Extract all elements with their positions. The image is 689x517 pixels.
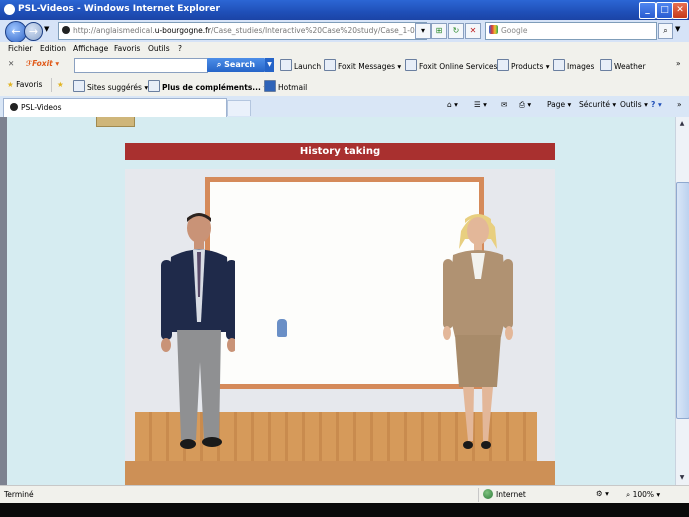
star-icon: ★ <box>7 80 14 89</box>
address-dropdown-button[interactable]: ▾ <box>415 23 431 39</box>
maximize-button[interactable]: □ <box>656 2 673 19</box>
foxit-online-services-button[interactable]: Foxit Online Services <box>405 59 497 71</box>
divider <box>478 488 479 502</box>
page-menu[interactable]: Page ▾ <box>547 100 571 109</box>
menu-fichier[interactable]: Fichier <box>8 44 33 53</box>
internet-zone-icon <box>483 489 493 499</box>
tab-row: PSL-Videos ⌂ ▾ ☰ ▾ ✉ ⎙ ▾ Page ▾ Sécurité… <box>0 96 689 118</box>
feeds-icon[interactable]: ☰ ▾ <box>474 100 487 109</box>
status-bar: Terminé Internet ⚙ ▾ ⌕ 100% ▾ <box>0 485 689 504</box>
window-title: PSL-Videos - Windows Internet Explorer <box>18 4 220 14</box>
zone-label: Internet <box>496 490 526 499</box>
scroll-up-arrow[interactable]: ▲ <box>676 118 688 130</box>
weather-button[interactable]: Weather <box>600 59 646 71</box>
add-favorite-icon[interactable]: ★ <box>57 80 64 89</box>
ie-page-icon <box>73 80 85 92</box>
search-button[interactable]: ⌕ <box>658 23 673 39</box>
products-button[interactable]: Products ▾ <box>497 59 550 71</box>
hotmail-icon <box>264 80 276 92</box>
foxit-brand[interactable]: ℱFoxit ▾ <box>26 59 59 68</box>
address-input[interactable]: http://anglaismedical.u-bourgogne.fr/Cas… <box>58 22 427 40</box>
launch-icon <box>280 59 292 71</box>
decorative-tab <box>96 117 135 127</box>
status-text: Terminé <box>4 490 34 499</box>
favorites-bar: ★ Favoris ★ Sites suggérés ▾ Plus de com… <box>0 74 689 97</box>
page-left-border <box>0 117 7 485</box>
title-bar: PSL-Videos - Windows Internet Explorer _… <box>0 0 689 20</box>
messages-icon <box>324 59 336 71</box>
tools-menu[interactable]: Outils ▾ <box>620 100 648 109</box>
home-icon[interactable]: ⌂ ▾ <box>447 100 458 109</box>
help-icon[interactable]: ? ▾ <box>651 100 662 109</box>
favorites-button[interactable]: ★ Favoris <box>7 80 42 89</box>
video-scene[interactable] <box>125 169 555 485</box>
hotmail-link[interactable]: Hotmail <box>264 80 307 92</box>
toolbar-close-icon[interactable]: ✕ <box>8 59 14 68</box>
google-logo-icon <box>489 25 498 34</box>
menu-bar: Fichier Edition Affichage Favoris Outils… <box>0 42 689 57</box>
scrollbar-thumb[interactable] <box>676 182 689 419</box>
forward-button[interactable]: → <box>24 22 43 41</box>
launch-button[interactable]: Launch <box>280 59 321 71</box>
foxit-toolbar: ✕ ℱFoxit ▾ ⌕ Search ▼ Launch Foxit Messa… <box>0 56 689 75</box>
scroll-down-arrow[interactable]: ▼ <box>676 472 688 484</box>
minimize-button[interactable]: _ <box>639 2 656 19</box>
menu-affichage[interactable]: Affichage <box>73 44 108 53</box>
hand-cursor-icon <box>277 319 287 337</box>
page-content: History taking <box>0 117 675 485</box>
online-services-icon <box>405 59 417 71</box>
address-row: ← → ▼ http://anglaismedical.u-bourgogne.… <box>0 20 689 43</box>
page-favicon-icon <box>62 26 70 34</box>
menu-favoris[interactable]: Favoris <box>114 44 140 53</box>
toolbar-overflow-icon[interactable]: » <box>676 59 681 68</box>
stop-icon[interactable]: ✕ <box>465 23 481 39</box>
mail-icon[interactable]: ✉ <box>501 100 507 109</box>
command-overflow-icon[interactable]: » <box>677 100 682 109</box>
history-dropdown-icon[interactable]: ▼ <box>44 25 49 33</box>
zoom-control[interactable]: ⌕ 100% ▾ <box>626 490 660 500</box>
star-plus-icon: ★ <box>57 80 64 89</box>
products-icon <box>497 59 509 71</box>
images-icon <box>553 59 565 71</box>
ie-app-icon <box>4 4 15 15</box>
compat-view-icon[interactable]: ⊞ <box>431 23 447 39</box>
zoom-icon: ⌕ <box>626 490 631 499</box>
taskbar <box>0 503 689 517</box>
search-input[interactable]: Google <box>485 22 657 40</box>
more-addons-link[interactable]: Plus de compléments... ▾ <box>148 80 267 92</box>
foxit-search-dropdown[interactable]: ▼ <box>265 58 274 72</box>
patient-figure <box>443 214 513 449</box>
ie-page-icon <box>148 80 160 92</box>
divider <box>51 78 52 92</box>
images-button[interactable]: Images <box>553 59 594 71</box>
foxit-search-button[interactable]: ⌕ Search <box>207 58 265 72</box>
stage-edge <box>125 461 555 485</box>
menu-outils[interactable]: Outils <box>148 44 170 53</box>
search-icon: ⌕ <box>216 60 222 69</box>
foxit-messages-button[interactable]: Foxit Messages ▾ <box>324 59 401 71</box>
menu-edition[interactable]: Edition <box>40 44 66 53</box>
search-options-icon[interactable]: ▼ <box>675 25 680 33</box>
close-button[interactable]: ✕ <box>672 2 688 19</box>
security-menu[interactable]: Sécurité ▾ <box>579 100 616 109</box>
page-favicon-icon <box>10 103 18 111</box>
new-tab-button[interactable] <box>227 100 251 116</box>
foxit-search-input[interactable] <box>74 58 208 73</box>
menu-help[interactable]: ? <box>178 44 182 53</box>
tab-psl-videos[interactable]: PSL-Videos <box>3 98 227 117</box>
weather-icon <box>600 59 612 71</box>
refresh-icon[interactable]: ↻ <box>448 23 464 39</box>
protected-mode-icon[interactable]: ⚙ ▾ <box>596 489 609 498</box>
suggested-sites-link[interactable]: Sites suggérés ▾ <box>73 80 148 92</box>
print-icon[interactable]: ⎙ ▾ <box>519 100 531 110</box>
doctor-figure <box>161 213 235 449</box>
section-header: History taking <box>125 143 555 160</box>
